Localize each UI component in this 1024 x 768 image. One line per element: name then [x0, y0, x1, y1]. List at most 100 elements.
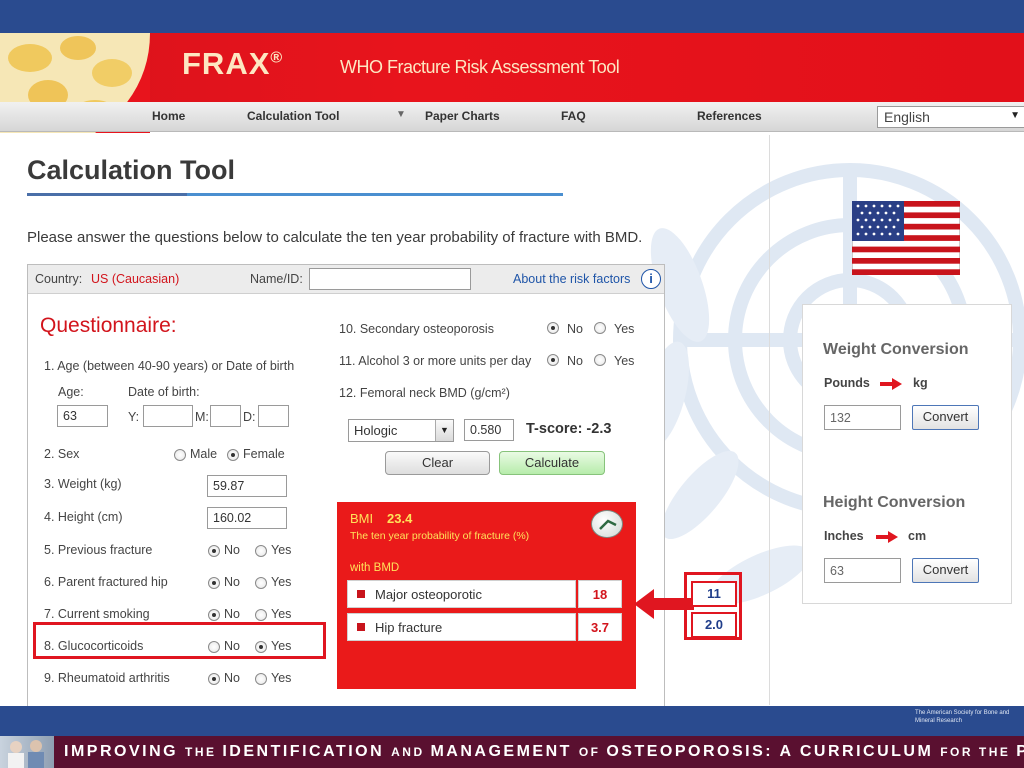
asbmr-credit: The American Society for Bone and Minera…: [915, 710, 1010, 724]
weight-input[interactable]: [207, 475, 287, 497]
dob-year-label: Y:: [128, 410, 140, 424]
nav-paper-charts[interactable]: Paper Charts: [425, 109, 500, 123]
result-bullet-icon: [357, 590, 365, 598]
nav-references[interactable]: References: [697, 109, 762, 123]
frax-logo[interactable]: FRAX®: [182, 46, 283, 82]
q10-no-radio[interactable]: [547, 322, 559, 334]
sex-female-radio[interactable]: [227, 449, 239, 461]
bmd-machine-select[interactable]: Hologic ▼: [348, 419, 454, 442]
q7-no-radio[interactable]: [208, 609, 220, 621]
q9-yes-radio[interactable]: [255, 673, 267, 685]
q6-no-radio[interactable]: [208, 577, 220, 589]
banner-word: IDENTIFICATION: [222, 743, 392, 760]
weight-conversion-title: Weight Conversion: [823, 341, 969, 358]
q12-bmd-label: 12. Femoral neck BMD (g/cm²): [339, 386, 510, 400]
slide: FRAX® WHO Fracture Risk Assessment Tool …: [0, 0, 1024, 768]
bmi-label: BMI: [350, 511, 374, 526]
bmd-value-input[interactable]: [464, 419, 514, 441]
q6-yes-radio[interactable]: [255, 577, 267, 589]
height-input[interactable]: [207, 507, 287, 529]
q7-yes-radio[interactable]: [255, 609, 267, 621]
calculate-button[interactable]: Calculate: [499, 451, 605, 475]
q5-yes-radio[interactable]: [255, 545, 267, 557]
q10-yes-radio[interactable]: [594, 322, 606, 334]
q9-yes-label: Yes: [271, 671, 292, 685]
dob-year-input[interactable]: [143, 405, 193, 427]
nav-dropdown-arrow-icon[interactable]: ▼: [396, 109, 406, 120]
q6-yes-label: Yes: [271, 575, 292, 589]
q9-no-label: No: [224, 671, 240, 685]
q10-secondary-osteoporosis-label: 10. Secondary osteoporosis: [339, 322, 494, 336]
sex-female-label: Female: [243, 447, 285, 461]
probability-label: The ten year probability of fracture (%): [350, 530, 530, 542]
dob-month-input[interactable]: [210, 405, 241, 427]
dob-day-label: D:: [243, 410, 256, 424]
banner-word: AND: [391, 745, 431, 759]
banner-word: OF: [578, 745, 607, 759]
q5-previous-fracture-label: 5. Previous fracture: [44, 543, 153, 557]
name-id-input[interactable]: [309, 268, 471, 290]
inches-input[interactable]: [824, 558, 901, 583]
age-label: Age:: [58, 385, 84, 399]
clear-button[interactable]: Clear: [385, 451, 490, 475]
q6-parent-hip-label: 6. Parent fractured hip: [44, 575, 168, 589]
dob-month-label: M:: [195, 410, 209, 424]
questionnaire-title: Questionnaire:: [40, 314, 177, 337]
banner-word: MANAGEMENT: [430, 743, 579, 760]
us-flag-icon: [851, 200, 961, 280]
country-label: Country:: [35, 272, 83, 286]
banner-word: IMPROVING: [64, 743, 186, 760]
q2-sex-label: 2. Sex: [44, 447, 80, 461]
q11-no-radio[interactable]: [547, 354, 559, 366]
calculator-icon[interactable]: [591, 510, 623, 538]
height-conversion-title: Height Conversion: [823, 494, 966, 511]
pounds-label: Pounds: [824, 376, 870, 390]
language-select-value: English: [884, 109, 930, 125]
result-bullet-icon: [357, 623, 365, 631]
q7-smoking-label: 7. Current smoking: [44, 607, 150, 621]
major-osteoporotic-value: 18: [578, 580, 622, 608]
q4-height-label: 4. Height (cm): [44, 510, 123, 524]
nav-faq[interactable]: FAQ: [561, 109, 586, 123]
age-input[interactable]: [57, 405, 108, 427]
sex-male-radio[interactable]: [174, 449, 186, 461]
comparison-major-value: 11: [691, 581, 737, 607]
curriculum-banner-text: IMPROVING THE IDENTIFICATION AND MANAGEM…: [64, 743, 1024, 761]
hip-fracture-label: Hip fracture: [375, 620, 443, 635]
footer-band: [0, 706, 1024, 736]
info-icon[interactable]: i: [641, 269, 661, 289]
major-osteoporotic-label: Major osteoporotic: [375, 587, 482, 602]
name-id-label: Name/ID:: [250, 272, 303, 286]
title-underline: [27, 193, 187, 196]
q11-no-label: No: [567, 354, 583, 368]
q1-age-label: 1. Age (between 40-90 years) or Date of …: [44, 359, 295, 373]
q9-rheumatoid-label: 9. Rheumatoid arthritis: [44, 671, 170, 685]
q3-weight-label: 3. Weight (kg): [44, 477, 122, 491]
t-score-text: T-score: -2.3: [526, 421, 612, 437]
glucocorticoids-highlight-box: [33, 622, 326, 659]
cm-label: cm: [908, 529, 927, 543]
with-bmd-label: with BMD: [350, 562, 400, 574]
about-risk-factors-link[interactable]: About the risk factors: [513, 272, 630, 286]
pounds-input[interactable]: [824, 405, 901, 430]
q11-yes-radio[interactable]: [594, 354, 606, 366]
dob-day-input[interactable]: [258, 405, 289, 427]
dob-label: Date of birth:: [128, 385, 200, 399]
weight-convert-button[interactable]: Convert: [912, 405, 979, 430]
language-select[interactable]: English ▼: [877, 106, 1024, 128]
right-column-divider: [769, 135, 770, 705]
banner-word: THE: [185, 745, 223, 759]
q9-no-radio[interactable]: [208, 673, 220, 685]
frax-subtitle: WHO Fracture Risk Assessment Tool: [340, 57, 620, 77]
bmd-machine-value: Hologic: [354, 423, 398, 438]
hip-fracture-value: 3.7: [578, 613, 622, 641]
nav-home[interactable]: Home: [152, 109, 185, 123]
arrow-right-icon: [880, 377, 902, 395]
registered-mark: ®: [270, 49, 284, 67]
height-convert-button[interactable]: Convert: [912, 558, 979, 583]
nav-calculation-tool[interactable]: Calculation Tool: [247, 109, 339, 123]
instructions-text: Please answer the questions below to cal…: [27, 229, 643, 246]
arrow-right-icon: [876, 530, 898, 548]
q5-no-radio[interactable]: [208, 545, 220, 557]
q7-no-label: No: [224, 607, 240, 621]
